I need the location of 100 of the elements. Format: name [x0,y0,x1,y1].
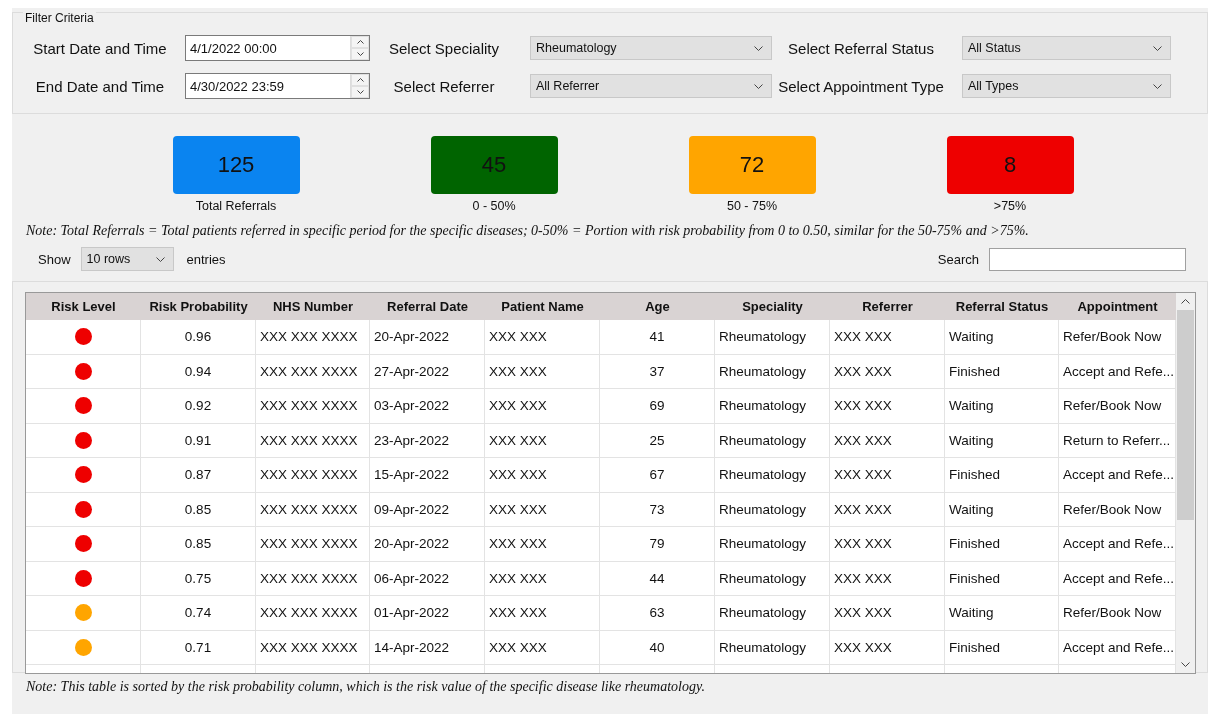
table-cell: Rheumatology [715,389,830,424]
table-cell: XXX XXX XXXX [256,423,370,458]
table-cell: XXX XXX [830,630,945,665]
tile-caption: 50 - 75% [727,199,777,213]
table-cell: XXX XXX XXXX [256,458,370,493]
table-cell: XXX XXX [485,596,600,631]
column-header[interactable]: Appointment [1059,293,1176,320]
dropdown[interactable]: All Status [962,36,1171,60]
table-cell: 09-Apr-2022 [370,492,485,527]
field-label: Select Speciality [387,39,501,57]
field-label: Select Appointment Type [777,77,945,95]
column-header[interactable]: Speciality [715,293,830,320]
column-header[interactable]: Patient Name [485,293,600,320]
table-cell: 0.71 [141,630,256,665]
table-cell: XXX XXX XXXX [256,354,370,389]
dropdown-value: All Status [968,41,1021,55]
table-cell: XXX XXX XXXX [256,630,370,665]
table-cell: XXX XXX [485,527,600,562]
count-tile: 125 [172,136,300,194]
table-cell: Waiting [945,492,1059,527]
table-cell: 25 [600,423,715,458]
table-cell: XXX XXX XXXX [256,492,370,527]
table-cell: 23-Apr-2022 [370,423,485,458]
table-cell: XXX XXX [485,630,600,665]
dropdown[interactable]: All Referrer [530,74,772,98]
column-header[interactable]: Risk Level [26,293,141,320]
vertical-scrollbar[interactable] [1176,292,1196,674]
table-cell: Rheumatology [715,492,830,527]
scroll-down-icon [1181,662,1190,667]
dropdown[interactable]: All Types [962,74,1171,98]
table-cell: XXX XXX [485,458,600,493]
table-cell: 79 [600,527,715,562]
chevron-down-icon [155,256,165,262]
table-cell: 20-Apr-2022 [370,320,485,355]
column-header[interactable]: Referral Date [370,293,485,320]
table-cell: XXX XXX [830,492,945,527]
table-cell: XXX XXX XXXX [256,596,370,631]
table-cell: Rheumatology [715,320,830,355]
table-cell: 44 [600,561,715,596]
table-cell: XXX XXX [830,458,945,493]
count-tile: 45 [430,136,558,194]
chevron-down-icon [1153,45,1162,51]
table-cell: Rheumatology [715,527,830,562]
dropdown-value: 10 rows [86,252,131,266]
group-title: Filter Criteria [23,11,96,25]
table-cell: Finished [945,561,1059,596]
table-cell: XXX XXX [485,423,600,458]
table-cell: XXX XXX [485,492,600,527]
dropdown-value: All Types [968,79,1019,93]
column-header[interactable]: Age [600,293,715,320]
table-cell: Waiting [945,423,1059,458]
table-cell: Rheumatology [715,630,830,665]
table-cell: 40 [600,630,715,665]
table-cell: Finished [945,458,1059,493]
scroll-thumb[interactable] [1177,310,1194,520]
chevron-down-icon [754,45,763,51]
table-cell: XXX XXX [830,423,945,458]
table-cell: 06-Apr-2022 [370,561,485,596]
count-tile: 8 [946,136,1074,194]
scroll-up-icon [1181,299,1190,304]
count-tile: 72 [688,136,816,194]
table-cell: Rheumatology [715,423,830,458]
tile-caption: 0 - 50% [472,199,516,213]
column-header[interactable]: Risk Probability [141,293,256,320]
table-cell: Rheumatology [715,561,830,596]
table-cell: XXX XXX XXXX [256,389,370,424]
table-cell: XXX XXX [830,320,945,355]
table-cell: XXX XXX XXXX [256,320,370,355]
table-cell: 01-Apr-2022 [370,596,485,631]
field-label: Select Referral Status [787,39,935,57]
table-cell: XXX XXX [830,389,945,424]
table-cell: 0.94 [141,354,256,389]
table-cell: 0.92 [141,389,256,424]
column-header[interactable]: Referral Status [945,293,1059,320]
search-field[interactable] [989,247,1186,271]
table-cell: XXX XXX [485,320,600,355]
table-cell: 0.87 [141,458,256,493]
column-header[interactable]: NHS Number [256,293,370,320]
table-cell: XXX XXX [830,354,945,389]
tile-caption: >75% [993,199,1027,213]
table-cell: 0.96 [141,320,256,355]
field-label: Select Referrer [392,77,496,95]
table-cell: XXX XXX [830,527,945,562]
table-cell: XXX XXX [830,561,945,596]
table-cell: 41 [600,320,715,355]
table-cell: 20-Apr-2022 [370,527,485,562]
dropdown[interactable]: Rheumatology [530,36,772,60]
rows-dropdown[interactable]: 10 rows [80,247,174,271]
chevron-down-icon [754,83,763,89]
table-cell: Waiting [945,596,1059,631]
table-cell: Finished [945,630,1059,665]
table-cell: XXX XXX XXXX [256,561,370,596]
column-header[interactable]: Referrer [830,293,945,320]
table-cell: XXX XXX [485,561,600,596]
table-cell: XXX XXX [485,354,600,389]
table-note: Note: This table is sorted by the risk probability column, which is the risk value of the specific disease like rheumatology. [26,679,706,695]
table-cell: XXX XXX [830,596,945,631]
table-cell: 0.85 [141,527,256,562]
table-cell: 15-Apr-2022 [370,458,485,493]
show-label: Show [38,251,71,267]
